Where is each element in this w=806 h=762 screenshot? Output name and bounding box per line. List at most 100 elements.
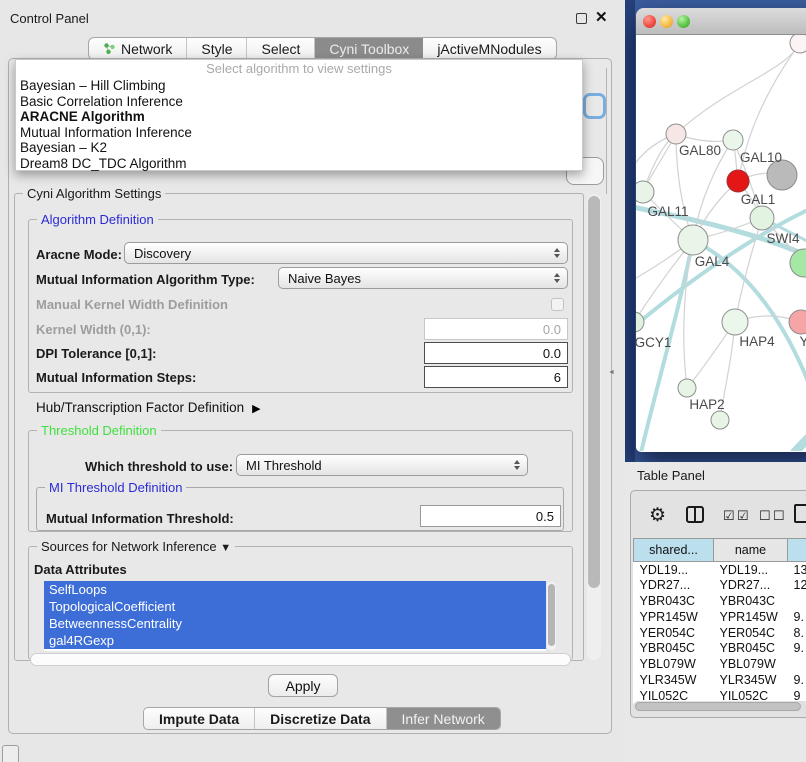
which-threshold-label: Which threshold to use: [85, 459, 233, 474]
apply-button[interactable]: Apply [268, 674, 338, 697]
table-cell: YBR043C [634, 593, 714, 609]
table-window: ⚙ ☑ ☑ ☐ ☐ shared...name YDL19...YDL19...… [630, 490, 806, 718]
manual-kernel-checkbox[interactable] [551, 298, 564, 311]
table-column-header[interactable] [788, 539, 806, 562]
kernel-width-input[interactable] [424, 318, 568, 340]
select-all-checked-icon[interactable]: ☑ [723, 508, 735, 524]
deselect-all-icon[interactable]: ☐ [773, 508, 785, 524]
attribute-list-item[interactable]: BetweennessCentrality [44, 615, 546, 632]
network-node[interactable] [727, 170, 749, 192]
network-node[interactable] [722, 309, 748, 335]
split-columns-icon[interactable] [686, 506, 704, 523]
network-node[interactable] [789, 310, 806, 334]
minimize-window-icon[interactable] [660, 15, 673, 28]
table-cell: YDL19... [714, 562, 788, 578]
network-node[interactable] [750, 206, 774, 230]
data-attributes-label: Data Attributes [34, 562, 127, 577]
table-cell [788, 656, 806, 672]
table-column-header[interactable]: name [714, 539, 788, 562]
node-label: HAP4 [739, 334, 775, 349]
network-window-titlebar[interactable] [636, 8, 806, 35]
dpi-tolerance-input[interactable] [424, 342, 568, 364]
sources-group-title: Sources for Network Inference ▼ [37, 539, 235, 554]
mi-threshold-definition-title: MI Threshold Definition [45, 480, 186, 495]
network-node[interactable] [723, 130, 743, 150]
table-row[interactable]: YBR043CYBR043C [634, 593, 806, 609]
network-node[interactable] [636, 181, 654, 203]
network-edges [636, 43, 806, 451]
close-panel-icon[interactable]: ✕ [595, 8, 608, 26]
settings-scrollbar[interactable] [587, 194, 601, 660]
table-row[interactable]: YPR145WYPR145W9. [634, 609, 806, 625]
network-node[interactable] [678, 225, 708, 255]
table-row[interactable]: YER054CYER054C8. [634, 625, 806, 641]
node-attribute-table: shared...name YDL19...YDL19...13YDR27...… [633, 538, 806, 704]
table-row[interactable]: YDL19...YDL19...13 [634, 562, 806, 578]
network-node[interactable] [636, 312, 644, 332]
zoom-window-icon[interactable] [677, 15, 690, 28]
algorithm-definition-title: Algorithm Definition [37, 212, 158, 227]
tab-impute-data[interactable]: Impute Data [144, 708, 255, 729]
table-cell: 9. [788, 609, 806, 625]
tab-jactivemnodules[interactable]: jActiveMNodules [423, 38, 555, 59]
tab-discretize-data[interactable]: Discretize Data [255, 708, 386, 729]
algorithm-option[interactable]: ARACNE Algorithm [16, 109, 582, 125]
tab-network[interactable]: Network [89, 38, 187, 59]
application-window: Control Panel ✕ Network Style Select [0, 0, 806, 762]
algorithm-combo-focus-ring[interactable] [583, 93, 606, 119]
table-row[interactable]: YDR27...YDR27...12 [634, 577, 806, 593]
tab-style[interactable]: Style [187, 38, 247, 59]
select-all-checked-icon[interactable]: ☑ [737, 508, 749, 524]
algorithm-placeholder: Select algorithm to view settings [16, 60, 582, 78]
attribute-list-item[interactable]: SelfLoops [44, 581, 546, 598]
network-node[interactable] [678, 379, 696, 397]
mi-type-combo[interactable]: Naive Bayes [278, 267, 568, 289]
network-node[interactable] [666, 124, 686, 144]
hub-factor-expander[interactable]: Hub/Transcription Factor Definition▶ [36, 400, 261, 415]
table-cell: YBR045C [714, 640, 788, 656]
panel-grid-icon[interactable] [2, 745, 19, 762]
network-view-window[interactable]: GAL80GAL10GAL1GAL11SWI4GAL4GCY1HAP4YHAP2 [636, 8, 806, 452]
algorithm-option[interactable]: Basic Correlation Inference [16, 94, 582, 110]
table-column-header[interactable]: shared... [634, 539, 714, 562]
network-canvas[interactable]: GAL80GAL10GAL1GAL11SWI4GAL4GCY1HAP4YHAP2 [636, 35, 806, 451]
table-hscrollbar[interactable] [633, 701, 806, 712]
algorithm-dropdown-popup: Select algorithm to view settings Bayesi… [15, 59, 583, 171]
splitter-collapse-icon[interactable]: ◄ [608, 369, 615, 376]
network-node[interactable] [790, 249, 806, 277]
mi-steps-input[interactable] [424, 366, 568, 388]
table-cell: YPR145W [634, 609, 714, 625]
mi-threshold-input[interactable] [420, 505, 561, 527]
attribute-list-item[interactable]: gal4RGexp [44, 632, 546, 649]
float-panel-icon[interactable] [576, 13, 587, 24]
network-node[interactable] [790, 35, 806, 53]
algorithm-option[interactable]: Dream8 DC_TDC Algorithm [16, 156, 582, 172]
tab-select[interactable]: Select [247, 38, 315, 59]
attribute-list-item[interactable]: TopologicalCoefficient [44, 598, 546, 615]
node-label: HAP2 [689, 397, 724, 412]
close-window-icon[interactable] [643, 15, 656, 28]
mi-type-label: Mutual Information Algorithm Type: [36, 272, 255, 287]
deselect-all-icon[interactable]: ☐ [759, 508, 771, 524]
node-label: GAL80 [679, 143, 721, 158]
collapse-down-icon[interactable]: ▼ [220, 542, 231, 554]
table-row[interactable]: YLR345WYLR345W9. [634, 672, 806, 688]
which-threshold-combo[interactable]: MI Threshold [236, 454, 528, 476]
tab-infer-network[interactable]: Infer Network [387, 708, 500, 729]
algorithm-option[interactable]: Bayesian – Hill Climbing [16, 78, 582, 94]
aracne-mode-combo[interactable]: Discovery [124, 242, 568, 264]
attribute-list-hscrollbar[interactable] [30, 653, 571, 666]
table-panel-title: Table Panel [637, 468, 705, 483]
settings-group-title: Cyni Algorithm Settings [23, 186, 165, 201]
gear-icon[interactable]: ⚙ [649, 504, 666, 527]
network-node[interactable] [711, 411, 729, 429]
algorithm-option[interactable]: Mutual Information Inference [16, 125, 582, 141]
tab-cyni-toolbox[interactable]: Cyni Toolbox [315, 38, 423, 59]
table-row[interactable]: YBL079WYBL079W [634, 656, 806, 672]
table-cell: YDL19... [634, 562, 714, 578]
table-row[interactable]: YBR045CYBR045C9. [634, 640, 806, 656]
algorithm-option[interactable]: Bayesian – K2 [16, 140, 582, 156]
data-attributes-list[interactable]: SelfLoopsTopologicalCoefficientBetweenne… [44, 581, 546, 651]
export-table-icon[interactable] [794, 504, 806, 523]
attribute-list-scrollbar[interactable] [547, 582, 556, 650]
